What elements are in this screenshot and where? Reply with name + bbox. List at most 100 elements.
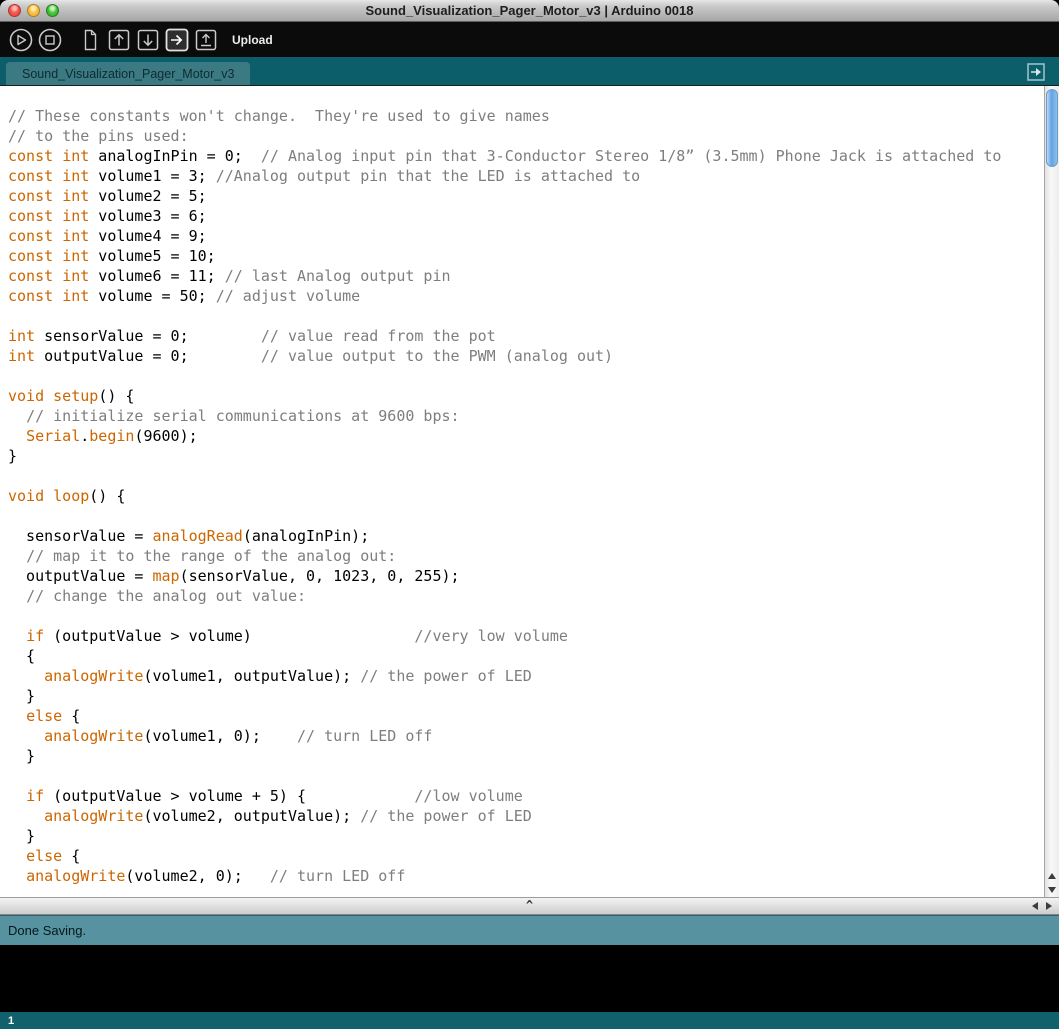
code-token: else (26, 707, 63, 725)
code-line[interactable]: analogWrite(volume1, 0); // turn LED off (8, 726, 1044, 746)
minimize-button[interactable] (27, 4, 40, 17)
code-content[interactable]: // These constants won't change. They're… (0, 86, 1044, 886)
serial-monitor-button[interactable] (193, 27, 219, 53)
code-token: sensorValue = 0; (35, 327, 261, 345)
tab-bar: Sound_Visualization_Pager_Motor_v3 (0, 57, 1059, 86)
code-line[interactable]: // These constants won't change. They're… (8, 106, 1044, 126)
scroll-left-button[interactable] (1028, 898, 1042, 914)
code-token: volume2 = 5; (89, 187, 207, 205)
left-arrow-icon (1032, 902, 1038, 910)
code-token: int (8, 347, 36, 365)
code-line[interactable]: // map it to the range of the analog out… (8, 546, 1044, 566)
arrow-right-box-icon (165, 28, 189, 51)
code-line[interactable] (8, 766, 1044, 786)
code-token: Serial (26, 427, 81, 445)
horizontal-scrollbar-buttons (1028, 898, 1056, 914)
code-line[interactable]: const int volume2 = 5; (8, 186, 1044, 206)
console-output[interactable] (0, 945, 1059, 1012)
upload-button[interactable] (164, 27, 190, 53)
new-sketch-button[interactable] (77, 27, 103, 53)
splitter-collapse-caret[interactable]: ^ (526, 898, 533, 913)
code-token: (outputValue > volume) (44, 627, 415, 645)
code-line[interactable]: if (outputValue > volume) //very low vol… (8, 626, 1044, 646)
code-token: setup (53, 387, 99, 405)
code-line[interactable]: const int analogInPin = 0; // Analog inp… (8, 146, 1044, 166)
vertical-scrollbar[interactable] (1044, 86, 1059, 897)
code-line[interactable]: // initialize serial communications at 9… (8, 406, 1044, 426)
code-line[interactable]: else { (8, 706, 1044, 726)
code-line[interactable] (8, 366, 1044, 386)
code-line[interactable]: const int volume5 = 10; (8, 246, 1044, 266)
code-line[interactable]: } (8, 446, 1044, 466)
code-line[interactable] (8, 506, 1044, 526)
code-line[interactable]: Serial.begin(9600); (8, 426, 1044, 446)
code-line[interactable]: } (8, 746, 1044, 766)
code-line[interactable]: // to the pins used: (8, 126, 1044, 146)
code-line[interactable] (8, 606, 1044, 626)
code-line[interactable]: const int volume = 50; // adjust volume (8, 286, 1044, 306)
code-token: int (8, 327, 36, 345)
code-line[interactable]: const int volume4 = 9; (8, 226, 1044, 246)
editor-console-splitter[interactable]: ^ (0, 897, 1059, 915)
code-line[interactable]: const int volume6 = 11; // last Analog o… (8, 266, 1044, 286)
code-token: (volume2, 0); (125, 867, 270, 885)
code-line[interactable]: const int volume3 = 6; (8, 206, 1044, 226)
code-line[interactable]: if (outputValue > volume + 5) { //low vo… (8, 786, 1044, 806)
code-line[interactable]: const int volume1 = 3; //Analog output p… (8, 166, 1044, 186)
code-line[interactable]: else { (8, 846, 1044, 866)
code-line[interactable]: } (8, 686, 1044, 706)
code-line[interactable]: } (8, 826, 1044, 846)
vertical-scrollbar-thumb[interactable] (1046, 89, 1058, 167)
code-token: int (62, 147, 90, 165)
code-line[interactable]: // change the analog out value: (8, 586, 1044, 606)
tab-sketch[interactable]: Sound_Visualization_Pager_Motor_v3 (6, 62, 251, 85)
status-message: Done Saving. (8, 923, 87, 938)
code-line[interactable]: sensorValue = analogRead(analogInPin); (8, 526, 1044, 546)
code-token: //very low volume (414, 627, 568, 645)
code-token: outputValue = (8, 567, 153, 585)
code-token: int (62, 247, 90, 265)
save-button[interactable] (135, 27, 161, 53)
scroll-up-button[interactable] (1045, 869, 1059, 883)
code-token: outputValue = 0; (35, 347, 261, 365)
code-token: const (8, 187, 54, 205)
code-token: const (8, 167, 54, 185)
verify-button[interactable] (8, 27, 34, 53)
code-line[interactable]: int outputValue = 0; // value output to … (8, 346, 1044, 366)
code-token: // map it to the range of the analog out… (26, 547, 397, 565)
zoom-button[interactable] (46, 4, 59, 17)
code-line[interactable]: void loop() { (8, 486, 1044, 506)
code-line[interactable]: { (8, 646, 1044, 666)
code-line[interactable]: outputValue = map(sensorValue, 0, 1023, … (8, 566, 1044, 586)
scroll-right-button[interactable] (1042, 898, 1056, 914)
code-line[interactable]: analogWrite(volume2, outputValue); // th… (8, 806, 1044, 826)
code-token: int (62, 187, 90, 205)
code-line[interactable] (8, 466, 1044, 486)
scroll-down-button[interactable] (1045, 883, 1059, 897)
code-token: if (26, 627, 45, 645)
code-token: () { (89, 487, 126, 505)
code-token: // turn LED off (297, 727, 433, 745)
line-number: 1 (8, 1014, 15, 1027)
code-token: const (8, 287, 54, 305)
close-button[interactable] (8, 4, 21, 17)
code-line[interactable]: analogWrite(volume1, outputValue); // th… (8, 666, 1044, 686)
code-token: (volume1, 0); (143, 727, 297, 745)
code-editor[interactable]: // These constants won't change. They're… (0, 86, 1059, 897)
stop-button[interactable] (37, 27, 63, 53)
code-line[interactable] (8, 306, 1044, 326)
open-button[interactable] (106, 27, 132, 53)
code-token: void (8, 487, 45, 505)
code-line[interactable]: analogWrite(volume2, 0); // turn LED off (8, 866, 1044, 886)
tab-menu-button[interactable] (1027, 63, 1045, 81)
code-line[interactable]: int sensorValue = 0; // value read from … (8, 326, 1044, 346)
code-token: begin (89, 427, 135, 445)
code-line[interactable]: void setup() { (8, 386, 1044, 406)
code-token: // last Analog output pin (224, 267, 451, 285)
traffic-lights (8, 4, 59, 17)
